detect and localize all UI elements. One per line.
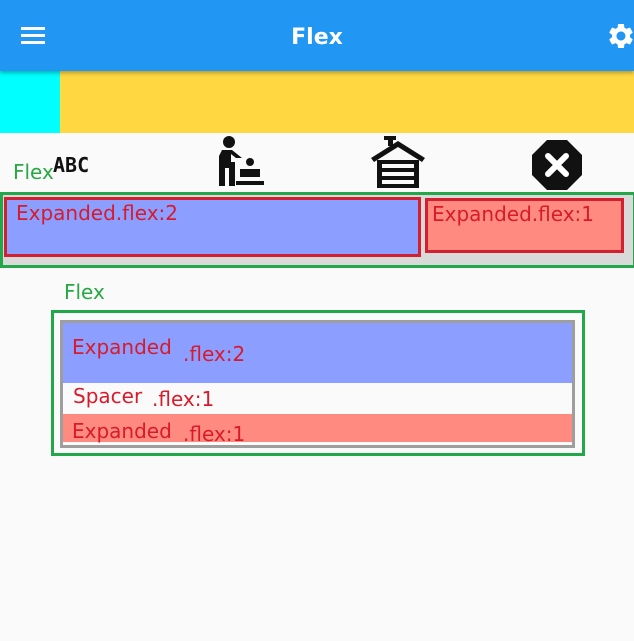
baby-changing-station-icon: [219, 136, 264, 186]
column-flex-label: Flex: [64, 280, 105, 304]
spacer-flex: .flex:1: [152, 387, 215, 411]
gear-icon[interactable]: [606, 21, 634, 51]
yellow-block: [60, 71, 634, 133]
cancel-icon: [532, 140, 582, 190]
expanded-flex-1-row-label: Expanded.flex:1: [432, 202, 595, 226]
cyan-block: [0, 71, 60, 133]
expanded-flex-2-column-name: Expanded: [72, 335, 172, 359]
expanded-flex-2-column-flex: .flex:2: [183, 342, 246, 366]
expanded-flex-2-row-label: Expanded.flex:2: [16, 201, 179, 225]
garage-icon: [371, 136, 425, 188]
spacer-name: Spacer: [73, 384, 143, 408]
app-bar: Flex: [0, 0, 634, 71]
svg-text:ABC: ABC: [53, 154, 89, 176]
row-flex-label: Flex: [13, 160, 54, 184]
expanded-flex-1-column-flex: .flex:1: [183, 422, 246, 446]
page-title: Flex: [291, 25, 343, 50]
abc-icon: ABC: [53, 154, 89, 176]
expanded-flex-1-column-name: Expanded: [72, 419, 172, 443]
